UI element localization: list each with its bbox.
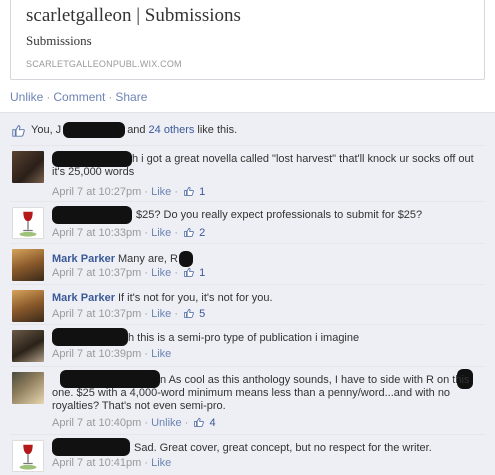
comment-body: h i got a great novella called "lost har… bbox=[52, 153, 474, 178]
comment-like-count[interactable]: 5 bbox=[199, 308, 205, 320]
action-separator: · bbox=[108, 90, 113, 104]
comment-meta: April 7 at 10:27pm · Like · 1 bbox=[52, 186, 205, 198]
wine-glass-icon bbox=[19, 444, 37, 470]
comment-like-link[interactable]: Like bbox=[151, 267, 171, 279]
comment-like-link[interactable]: Like bbox=[151, 457, 171, 469]
comment-meta: April 7 at 10:37pm · Like · 1 bbox=[52, 267, 205, 279]
action-separator: · bbox=[46, 90, 51, 104]
comment-timestamp[interactable]: April 7 at 10:39pm bbox=[52, 348, 141, 360]
comment-link[interactable]: Comment bbox=[53, 90, 105, 104]
comment-item: n As cool as this anthology sounds, I ha… bbox=[10, 366, 485, 434]
comment-like-count[interactable]: 2 bbox=[199, 227, 205, 239]
comment-text: h this is a semi-pro type of publication… bbox=[52, 332, 482, 345]
comment-meta: April 7 at 10:40pm · Unlike · 4 bbox=[52, 417, 216, 429]
share-link[interactable]: Share bbox=[115, 90, 147, 104]
comment-item: Mark Parker If it's not for you, it's not… bbox=[10, 284, 485, 324]
like-summary-prefix: You, J bbox=[31, 124, 62, 136]
link-title[interactable]: scarletgalleon | Submissions bbox=[26, 5, 241, 27]
comment-meta: April 7 at 10:41pm · Like bbox=[52, 457, 171, 469]
link-url: SCARLETGALLEONPUBL.WIX.COM bbox=[26, 59, 182, 69]
comment-author[interactable]: Mark Parker bbox=[52, 253, 115, 265]
thumbs-up-icon bbox=[194, 417, 205, 427]
comment-like-link[interactable]: Like bbox=[151, 227, 171, 239]
comment-like-count[interactable]: 1 bbox=[199, 186, 205, 198]
avatar[interactable] bbox=[12, 372, 44, 404]
wine-glass-icon bbox=[19, 211, 37, 237]
comment-timestamp[interactable]: April 7 at 10:41pm bbox=[52, 457, 141, 469]
comment-meta: April 7 at 10:39pm · Like bbox=[52, 348, 171, 360]
comment-body: h this is a semi-pro type of publication… bbox=[128, 332, 360, 344]
like-summary-and: and bbox=[127, 124, 146, 136]
comment-like-count[interactable]: 4 bbox=[210, 417, 216, 429]
comment-meta: April 7 at 10:33pm · Like · 2 bbox=[52, 227, 205, 239]
comment-body: $25? Do you really expect professionals … bbox=[136, 209, 423, 221]
meta-separator: · bbox=[174, 186, 182, 198]
avatar[interactable] bbox=[12, 249, 44, 281]
comment-timestamp[interactable]: April 7 at 10:40pm bbox=[52, 417, 141, 429]
thumbs-up-icon bbox=[12, 124, 25, 137]
comment-body: n As cool as this anthology sounds, I ha… bbox=[52, 374, 470, 412]
redaction-mark bbox=[63, 122, 126, 138]
comment-text: Sad. Great cover, great concept, but no … bbox=[52, 442, 482, 455]
comment-body: Many are, R bbox=[118, 252, 178, 265]
thumbs-up-icon bbox=[184, 186, 194, 196]
avatar[interactable] bbox=[12, 151, 44, 183]
comment-text: Mark Parker If it's not for you, it's not… bbox=[52, 292, 482, 305]
comment-item: h i got a great novella called "lost har… bbox=[10, 145, 485, 201]
comment-author[interactable]: Mark Parker bbox=[52, 292, 115, 304]
link-description: Submissions bbox=[26, 33, 92, 48]
thumbs-up-icon bbox=[184, 308, 194, 318]
link-preview-card[interactable]: scarletgalleon | Submissions Submissions… bbox=[0, 0, 495, 80]
thumbs-up-icon bbox=[184, 267, 194, 277]
comment-body: If it's not for you, it's not for you. bbox=[118, 292, 273, 304]
post-actions: Unlike · Comment · Share bbox=[10, 90, 147, 104]
comment-meta: April 7 at 10:37pm · Like · 5 bbox=[52, 308, 205, 320]
comment-like-link[interactable]: Like bbox=[151, 308, 171, 320]
thumbs-up-icon bbox=[184, 227, 194, 237]
comment-timestamp[interactable]: April 7 at 10:33pm bbox=[52, 227, 141, 239]
avatar[interactable] bbox=[12, 290, 44, 322]
comment-item: h this is a semi-pro type of publication… bbox=[10, 324, 485, 366]
comment-unlike-link[interactable]: Unlike bbox=[151, 417, 182, 429]
comment-like-count[interactable]: 1 bbox=[199, 267, 205, 279]
avatar[interactable] bbox=[12, 207, 44, 239]
comment-like-link[interactable]: Like bbox=[151, 348, 171, 360]
comment-body: Sad. Great cover, great concept, but no … bbox=[134, 442, 432, 454]
comment-timestamp[interactable]: April 7 at 10:27pm bbox=[52, 186, 141, 198]
meta-separator: · bbox=[174, 267, 182, 279]
meta-separator: · bbox=[174, 227, 182, 239]
comment-timestamp[interactable]: April 7 at 10:37pm bbox=[52, 267, 141, 279]
meta-separator: · bbox=[174, 308, 182, 320]
unlike-link[interactable]: Unlike bbox=[10, 90, 43, 104]
comment-text: $25? Do you really expect professionals … bbox=[52, 209, 482, 222]
comment-item: Sad. Great cover, great concept, but no … bbox=[10, 434, 485, 475]
like-summary: You, J and 24 others like this. bbox=[12, 120, 237, 140]
comment-text: n As cool as this anthology sounds, I ha… bbox=[52, 374, 482, 413]
meta-separator: · bbox=[184, 417, 192, 429]
comment-text: Mark Parker Many are, R bbox=[52, 251, 482, 267]
like-summary-suffix: like this. bbox=[197, 124, 238, 136]
comment-like-link[interactable]: Like bbox=[151, 186, 171, 198]
avatar[interactable] bbox=[12, 330, 44, 362]
redaction-mark bbox=[178, 251, 193, 267]
comment-text: h i got a great novella called "lost har… bbox=[52, 153, 482, 179]
comment-item: Mark Parker Many are, R April 7 at 10:37p… bbox=[10, 243, 485, 284]
others-link[interactable]: 24 others bbox=[149, 124, 195, 136]
comment-timestamp[interactable]: April 7 at 10:37pm bbox=[52, 308, 141, 320]
comment-item: $25? Do you really expect professionals … bbox=[10, 201, 485, 243]
avatar[interactable] bbox=[12, 440, 44, 472]
